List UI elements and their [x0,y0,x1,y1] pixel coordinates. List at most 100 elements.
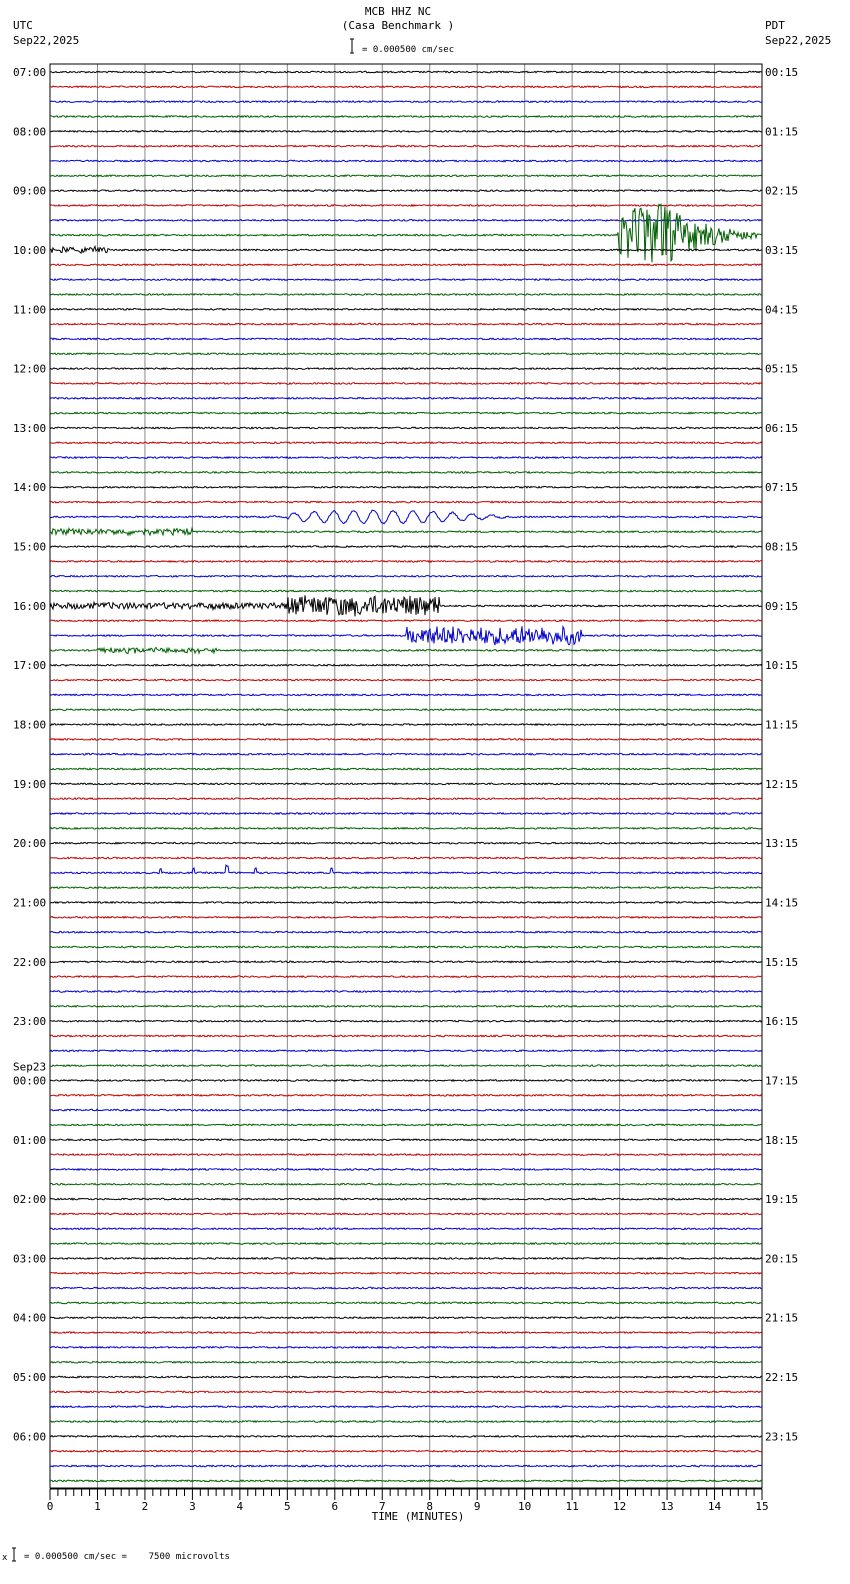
local-time-label: 09:15 [765,600,798,613]
utc-hour-label: 09:00 [13,185,46,198]
utc-hour-label: 10:00 [13,244,46,257]
grid [49,63,763,1489]
trace-row-11 [50,203,763,263]
utc-hour-label: 05:00 [13,1371,46,1384]
scale-label: = 0.000500 cm/sec [362,45,454,55]
local-time-label: 01:15 [765,125,798,138]
trace-row-3 [49,114,763,119]
trace-row-57 [49,915,763,920]
trace-row-48 [49,782,763,786]
trace-row-54 [49,863,763,875]
traces [49,70,763,1483]
trace-row-77 [49,1212,763,1216]
trace-row-70 [49,1108,763,1112]
site-name: (Casa Benchmark ) [342,19,455,32]
x-tick-label: 0 [47,1500,54,1513]
local-time-label: 18:15 [765,1134,798,1147]
trace-row-15 [49,292,763,297]
trace-row-38 [49,624,763,646]
trace-row-6 [49,159,763,163]
local-time-label: 14:15 [765,896,798,909]
local-time-label: 08:15 [765,541,798,554]
trace-row-49 [49,797,763,801]
trace-row-65 [49,1034,763,1038]
utc-hour-label: 23:00 [13,1015,46,1028]
trace-row-21 [49,381,763,385]
x-tick-label: 14 [708,1500,722,1513]
utc-hour-label: 21:00 [13,896,46,909]
x-tick-label: 15 [755,1500,768,1513]
trace-row-78 [49,1227,763,1231]
trace-row-67 [49,1063,763,1068]
trace-row-30 [49,509,763,525]
trace-row-37 [50,619,763,623]
trace-row-71 [49,1123,763,1127]
trace-row-8 [49,189,763,193]
trace-row-27 [49,470,762,474]
footer-scale-label: = 0.000500 cm/sec = 7500 microvolts [24,1552,230,1562]
trace-row-85 [49,1330,763,1335]
trace-row-83 [49,1301,763,1305]
right-date: Sep22,2025 [765,34,831,47]
trace-row-92 [49,1434,763,1438]
trace-row-14 [49,277,763,282]
trace-row-90 [49,1405,763,1409]
utc-hour-label: 18:00 [13,719,46,732]
trace-row-24 [49,426,763,430]
trace-row-47 [49,767,763,771]
trace-row-75 [49,1182,763,1186]
utc-hour-label: 12:00 [13,363,46,376]
trace-row-82 [49,1286,763,1290]
utc-hour-label: 22:00 [13,956,46,969]
left-timezone: UTC [13,19,33,32]
trace-row-59 [49,945,763,949]
local-time-label: 05:15 [765,363,798,376]
local-time-label: 00:15 [765,66,798,79]
local-time-label: 15:15 [765,956,798,969]
local-time-label: 16:15 [765,1015,798,1028]
trace-row-66 [49,1049,763,1053]
trace-row-2 [49,100,763,104]
utc-hour-label: 17:00 [13,659,46,672]
x-tick-label: 1 [94,1500,101,1513]
trace-row-33 [49,559,763,564]
trace-row-19 [49,352,763,356]
trace-row-45 [49,737,763,741]
trace-row-87 [49,1360,763,1364]
utc-hour-label: 03:00 [13,1252,46,1265]
trace-row-56 [49,900,763,905]
scale-bar-icon [350,38,354,54]
trace-row-63 [49,1004,763,1008]
trace-row-61 [49,975,762,979]
trace-row-94 [49,1464,763,1468]
trace-row-40 [49,663,763,667]
trace-row-1 [49,85,763,89]
trace-row-52 [49,841,763,845]
trace-row-62 [49,989,763,994]
trace-row-72 [49,1138,763,1142]
local-time-label: 20:15 [765,1252,798,1265]
x-tick-label: 11 [566,1500,579,1513]
trace-row-43 [49,708,763,712]
trace-row-39 [49,646,763,655]
local-time-label: 02:15 [765,185,798,198]
footer-mark: x [2,1553,8,1563]
local-time-label: 23:15 [765,1430,798,1443]
local-time-label: 07:15 [765,481,798,494]
trace-row-44 [49,722,763,727]
x-tick-label: 9 [474,1500,481,1513]
x-tick-label: 10 [518,1500,531,1513]
trace-row-7 [49,174,763,178]
trace-row-13 [49,263,763,267]
trace-row-58 [49,930,763,934]
utc-hour-label: 14:00 [13,481,46,494]
utc-hour-label: 06:00 [13,1430,46,1443]
trace-row-73 [49,1152,763,1157]
helicorder-plot: MCB HHZ NC (Casa Benchmark ) UTC Sep22,2… [2,5,831,1563]
local-time-label: 13:15 [765,837,798,850]
x-tick-label: 3 [189,1500,196,1513]
x-tick-label: 13 [660,1500,673,1513]
trace-row-91 [49,1419,762,1424]
footer-scale-bar-icon [12,1547,16,1562]
trace-row-50 [49,811,763,816]
